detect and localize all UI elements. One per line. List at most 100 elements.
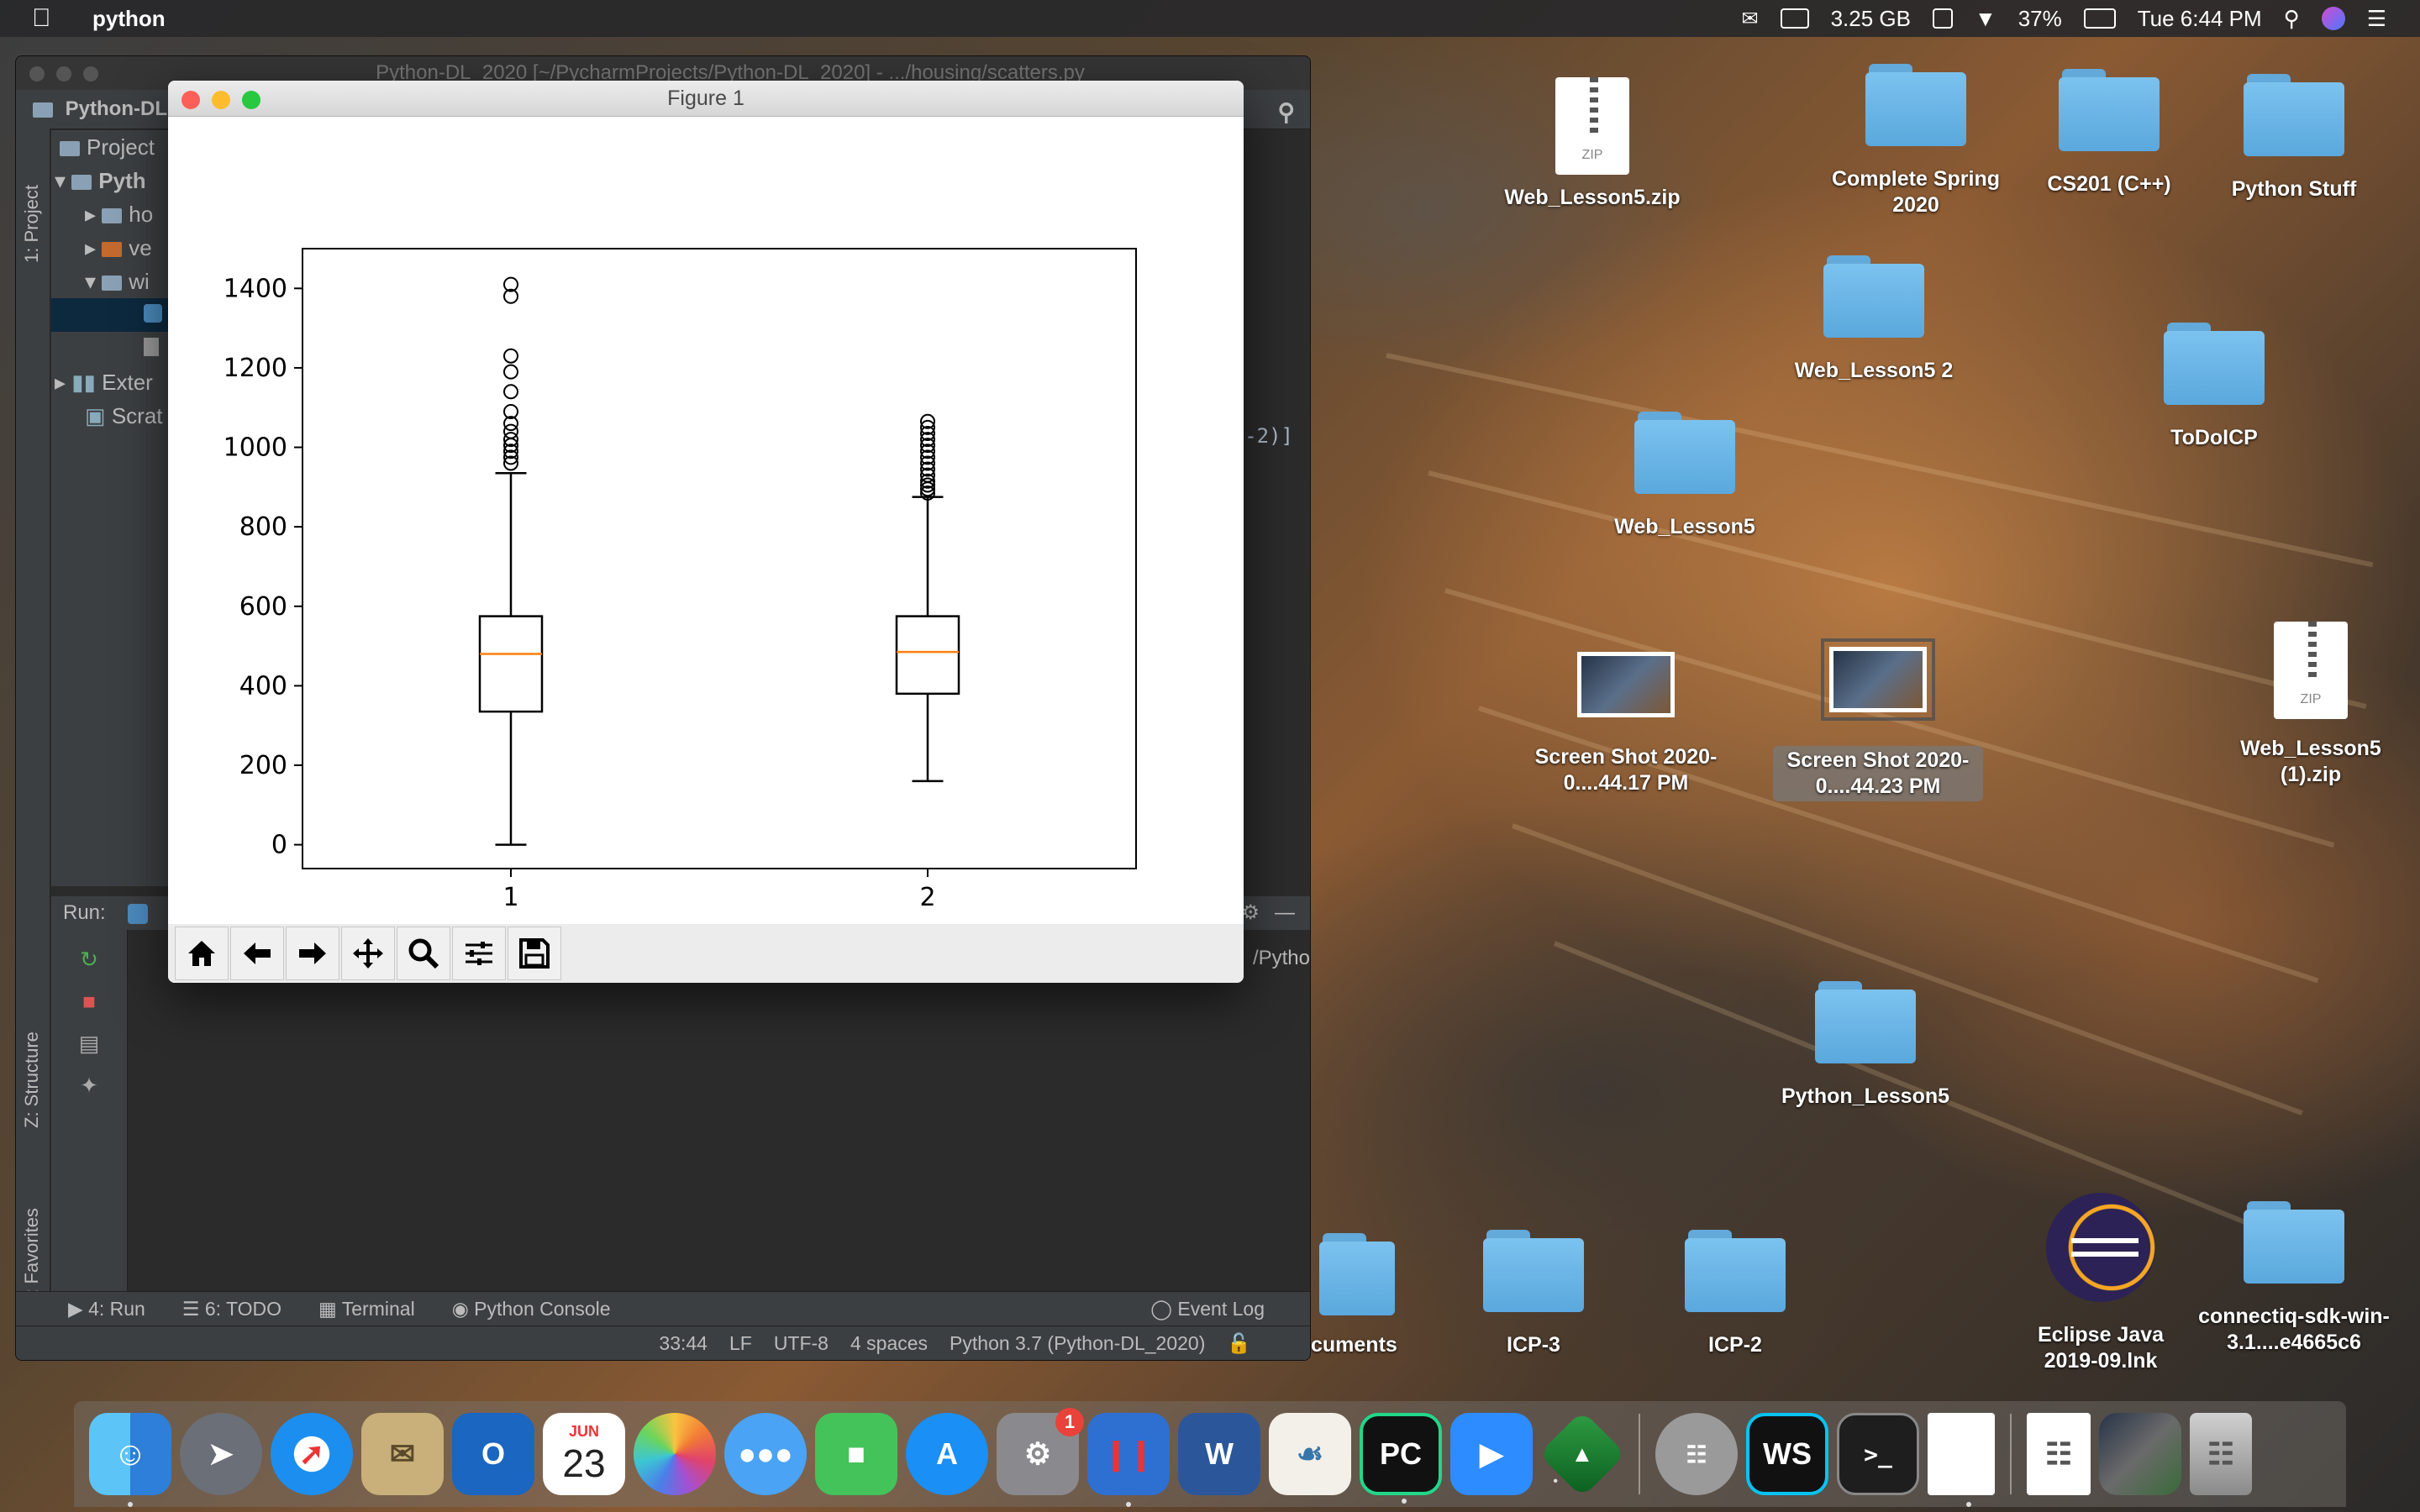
- dock-safari[interactable]: ➚: [271, 1413, 353, 1495]
- run-toolbar: ↻ ■ ▤ ✦: [51, 930, 128, 1291]
- rerun-icon[interactable]: ↻: [76, 947, 102, 972]
- tab-event-log[interactable]: ◯ Event Log: [1150, 1298, 1265, 1320]
- dock-terminal[interactable]: >_: [1837, 1413, 1919, 1495]
- dock-facetime[interactable]: ■: [815, 1413, 897, 1495]
- desktop-icon-icp-2[interactable]: ICP-2: [1647, 1230, 1823, 1358]
- minimize-button[interactable]: [212, 91, 230, 109]
- dock-messages[interactable]: ●●●: [724, 1413, 807, 1495]
- pan-icon[interactable]: [341, 927, 395, 980]
- dock-finder[interactable]: ☺: [89, 1413, 171, 1507]
- minimize-button[interactable]: [56, 66, 71, 81]
- back-icon[interactable]: [230, 927, 284, 980]
- nav-project-name[interactable]: Python-DL: [66, 97, 167, 120]
- tab-console-label: Python Console: [474, 1297, 611, 1320]
- apple-menu-icon[interactable]: : [32, 4, 59, 33]
- desktop-icon-eclipse[interactable]: Eclipse Java 2019-09.lnk: [2008, 1193, 2193, 1374]
- search-everywhere-icon[interactable]: ⚲: [1277, 93, 1295, 132]
- dock-calendar[interactable]: JUN 23: [543, 1413, 625, 1495]
- dock-parallels[interactable]: ❙❙: [1087, 1413, 1170, 1507]
- line-separator[interactable]: LF: [729, 1332, 752, 1355]
- desktop-icon-cs201[interactable]: CS201 (C++): [2017, 69, 2202, 197]
- dock-photos[interactable]: [634, 1413, 716, 1495]
- desktop-icon-web-lesson5-1-zip[interactable]: ZIP Web_Lesson5 (1).zip: [2218, 622, 2403, 788]
- dock-downloads-zip[interactable]: ☷: [2027, 1413, 2091, 1495]
- notification-center-icon[interactable]: ☰: [2367, 6, 2386, 32]
- indent-setting[interactable]: 4 spaces: [850, 1332, 928, 1355]
- hide-panel-icon[interactable]: —: [1275, 896, 1295, 930]
- dock-launchpad[interactable]: ➤: [180, 1413, 262, 1495]
- wifi-icon[interactable]: ▼: [1975, 6, 1996, 32]
- boxplot-chart[interactable]: 0 200 400 600 800 1000 1200 1400 1 2: [168, 116, 1244, 924]
- dock-sheets-app[interactable]: ▲: [1539, 1410, 1626, 1498]
- active-app-name[interactable]: python: [92, 6, 166, 32]
- folder-icon: [2059, 69, 2160, 151]
- tab-run-label: 4: Run: [88, 1297, 145, 1320]
- dock-recent-screenshot[interactable]: [2099, 1413, 2181, 1495]
- desktop-icon-documents[interactable]: cuments: [1311, 1233, 1437, 1358]
- dock-app-store[interactable]: A: [906, 1413, 988, 1495]
- forward-icon[interactable]: [286, 927, 339, 980]
- desktop-icon-python-stuff[interactable]: Python Stuff: [2202, 74, 2386, 202]
- close-button[interactable]: [182, 91, 200, 109]
- folder-icon: [102, 276, 123, 291]
- layout-icon[interactable]: ▤: [76, 1031, 102, 1056]
- dock-mail[interactable]: ✉: [361, 1413, 444, 1495]
- configure-icon[interactable]: [452, 927, 506, 980]
- dock-word[interactable]: W: [1178, 1413, 1260, 1495]
- dock-webstorm[interactable]: WS: [1746, 1413, 1828, 1495]
- desktop-icon-python-lesson5[interactable]: Python_Lesson5: [1765, 981, 1966, 1110]
- home-icon[interactable]: [175, 927, 229, 980]
- tab-terminal[interactable]: ▦ Terminal: [318, 1298, 415, 1320]
- desktop-icon-web-lesson5[interactable]: Web_Lesson5: [1588, 412, 1781, 540]
- outlier-point: [503, 423, 518, 439]
- zoom-button[interactable]: [242, 91, 260, 109]
- run-output-panel[interactable]: /Pytho: [51, 930, 1310, 1291]
- desktop-icon-connectiq[interactable]: connectiq-sdk-win-3.1....e4665c6: [2193, 1201, 2395, 1356]
- battery-icon[interactable]: [2083, 8, 2116, 29]
- dock-python-launcher[interactable]: ☙: [1269, 1413, 1351, 1495]
- spotlight-icon[interactable]: ⚲: [2284, 6, 2300, 32]
- dock-zoom[interactable]: ▶: [1450, 1413, 1533, 1495]
- structure-tool-tab[interactable]: Z: Structure: [21, 1032, 43, 1128]
- caret-position[interactable]: 33:44: [659, 1332, 708, 1355]
- dock-pycharm[interactable]: PC: [1360, 1413, 1442, 1504]
- memory-readout[interactable]: 3.25 GB: [1831, 6, 1911, 32]
- dock-system-preferences[interactable]: ⚙ 1: [997, 1408, 1084, 1495]
- zoom-button[interactable]: [83, 66, 98, 81]
- desktop-icon-screenshot-1[interactable]: Screen Shot 2020-0....44.17 PM: [1521, 652, 1731, 796]
- dock-trash[interactable]: ☷: [2190, 1413, 2252, 1495]
- lock-icon[interactable]: 🔓: [1227, 1332, 1251, 1355]
- tab-todo[interactable]: ☰ 6: TODO: [182, 1298, 281, 1320]
- pin-icon[interactable]: ✦: [76, 1073, 102, 1098]
- favorites-tool-tab[interactable]: 2: Favorites: [21, 1208, 43, 1305]
- desktop-icon-web-lesson5-2[interactable]: Web_Lesson5 2: [1773, 255, 1975, 384]
- folder-icon: [1823, 255, 1924, 338]
- dock: ☺ ➤ ➚ ✉ O JUN 23 ●●● ■ A ⚙ 1 ❙❙ W ☙ PC ▶: [74, 1401, 2346, 1507]
- stop-icon[interactable]: ■: [76, 989, 102, 1014]
- project-tool-tab[interactable]: 1: Project: [21, 185, 43, 263]
- memory-icon[interactable]: [1780, 8, 1809, 29]
- dock-disk-utility[interactable]: ☷: [1655, 1413, 1738, 1495]
- interpreter-selector[interactable]: Python 3.7 (Python-DL_2020): [950, 1332, 1205, 1355]
- zoom-icon[interactable]: [397, 927, 450, 980]
- close-button[interactable]: [29, 66, 45, 81]
- desktop-icon-web-lesson5-zip[interactable]: ZIP Web_Lesson5.zip: [1496, 77, 1689, 211]
- clock[interactable]: Tue 6:44 PM: [2138, 6, 2262, 32]
- dock-document[interactable]: [1928, 1413, 1995, 1507]
- settings-gear-icon[interactable]: ⚙: [1241, 896, 1260, 930]
- tree-item-label: ho: [129, 202, 154, 227]
- save-icon[interactable]: [508, 927, 561, 980]
- desktop-icon-screenshot-2[interactable]: Screen Shot 2020-0....44.23 PM: [1773, 638, 1983, 801]
- timemachine-icon[interactable]: [1932, 8, 1953, 29]
- run-output-text: /Pytho: [1252, 947, 1310, 969]
- tab-python-console[interactable]: ◉ Python Console: [452, 1298, 611, 1320]
- desktop-icon-todoicp[interactable]: ToDoICP: [2126, 323, 2302, 451]
- tab-run[interactable]: ▶ 4: Run: [68, 1298, 145, 1320]
- desktop-icon-complete-spring[interactable]: Complete Spring 2020: [1815, 64, 2017, 218]
- battery-percent[interactable]: 37%: [2018, 6, 2062, 32]
- mute-icon[interactable]: ✉: [1741, 7, 1758, 31]
- siri-icon[interactable]: [2321, 7, 2345, 30]
- desktop-icon-icp-3[interactable]: ICP-3: [1445, 1230, 1622, 1358]
- file-encoding[interactable]: UTF-8: [774, 1332, 829, 1355]
- dock-outlook[interactable]: O: [452, 1413, 534, 1495]
